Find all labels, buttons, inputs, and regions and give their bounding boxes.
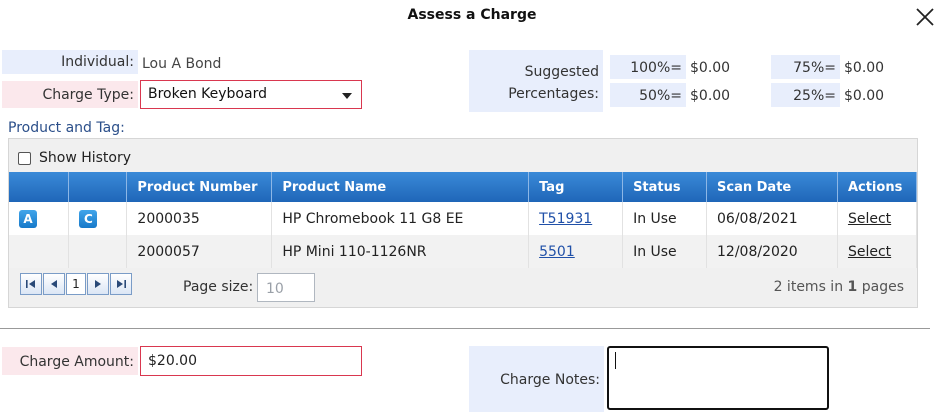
- pct-50-label: 50%=: [610, 83, 686, 107]
- show-history-label: Show History: [39, 150, 132, 166]
- charge-type-label: Charge Type:: [2, 81, 138, 108]
- dialog-title: Assess a Charge: [407, 7, 537, 23]
- suggested-label-line2: Percentages:: [508, 86, 599, 102]
- pct-75-label: 75%=: [771, 55, 840, 79]
- table-row: A C 2000035 HP Chromebook 11 G8 EE T5193…: [9, 202, 918, 235]
- product-name-cell: HP Chromebook 11 G8 EE: [271, 202, 530, 235]
- tag-link[interactable]: 5501: [539, 244, 575, 260]
- individual-value: Lou A Bond: [142, 56, 222, 72]
- charge-amount-input[interactable]: $20.00: [140, 346, 362, 376]
- tag-link[interactable]: T51931: [539, 211, 592, 227]
- suggested-percentages-label: Suggested Percentages:: [469, 50, 603, 112]
- items-text: items in: [782, 279, 848, 295]
- charge-notes-textarea[interactable]: [607, 346, 829, 410]
- scan-date-cell: 06/08/2021: [706, 202, 838, 235]
- charge-type-select[interactable]: Broken Keyboard: [140, 80, 362, 109]
- next-page-icon[interactable]: [87, 273, 109, 295]
- items-count-info: 2 items in 1 pages: [774, 279, 904, 295]
- chevron-down-icon: [342, 93, 352, 99]
- column-header-scan-date[interactable]: Scan Date: [706, 172, 838, 202]
- product-table: Product Number Product Name Tag Status S…: [9, 172, 918, 268]
- status-cell: In Use: [622, 235, 708, 268]
- pct-75-value: $0.00: [844, 60, 885, 76]
- pages-count: 1: [847, 279, 858, 295]
- product-number-cell: 2000035: [126, 202, 273, 235]
- column-header-product-name[interactable]: Product Name: [271, 172, 530, 202]
- product-name-cell: HP Mini 110-1126NR: [271, 235, 530, 268]
- table-row: 2000057 HP Mini 110-1126NR 5501 In Use 1…: [9, 235, 918, 268]
- product-number-cell: 2000057: [126, 235, 273, 268]
- table-header-row: Product Number Product Name Tag Status S…: [9, 172, 918, 202]
- charge-notes-label: Charge Notes:: [469, 346, 604, 412]
- close-icon[interactable]: [912, 4, 938, 30]
- pct-100-label: 100%=: [610, 55, 686, 79]
- last-page-icon[interactable]: [110, 273, 132, 295]
- select-link[interactable]: Select: [848, 244, 891, 260]
- pct-25-label: 25%=: [771, 83, 840, 107]
- show-history-checkbox[interactable]: [18, 151, 31, 165]
- first-page-icon[interactable]: [20, 273, 42, 295]
- pct-50-value: $0.00: [690, 88, 731, 104]
- checkout-badge-icon[interactable]: C: [79, 209, 98, 228]
- select-link[interactable]: Select: [848, 211, 891, 227]
- column-header-product-number[interactable]: Product Number: [126, 172, 273, 202]
- status-cell: In Use: [622, 202, 708, 235]
- page-size-input[interactable]: 10: [257, 273, 315, 302]
- previous-page-icon[interactable]: [43, 273, 65, 295]
- assign-badge-icon[interactable]: A: [19, 209, 37, 228]
- column-header: [9, 172, 70, 202]
- individual-label: Individual:: [2, 50, 138, 74]
- pct-100-value: $0.00: [690, 60, 731, 76]
- pages-text: pages: [857, 279, 904, 295]
- suggested-label-line1: Suggested: [524, 64, 599, 80]
- product-section-title: Product and Tag:: [8, 120, 125, 136]
- divider: [0, 328, 930, 329]
- pager: 1: [20, 273, 133, 295]
- column-header: [68, 172, 128, 202]
- charge-amount-label: Charge Amount:: [2, 347, 138, 375]
- page-size-label: Page size:: [183, 279, 254, 295]
- column-header-status[interactable]: Status: [622, 172, 708, 202]
- show-history-toggle[interactable]: Show History: [18, 150, 131, 166]
- pct-25-value: $0.00: [844, 88, 885, 104]
- current-page-button[interactable]: 1: [66, 273, 86, 295]
- charge-type-value: Broken Keyboard: [148, 86, 267, 102]
- column-header-actions: Actions: [837, 172, 918, 202]
- text-cursor: [615, 352, 616, 369]
- scan-date-cell: 12/08/2020: [706, 235, 838, 268]
- column-header-tag[interactable]: Tag: [528, 172, 624, 202]
